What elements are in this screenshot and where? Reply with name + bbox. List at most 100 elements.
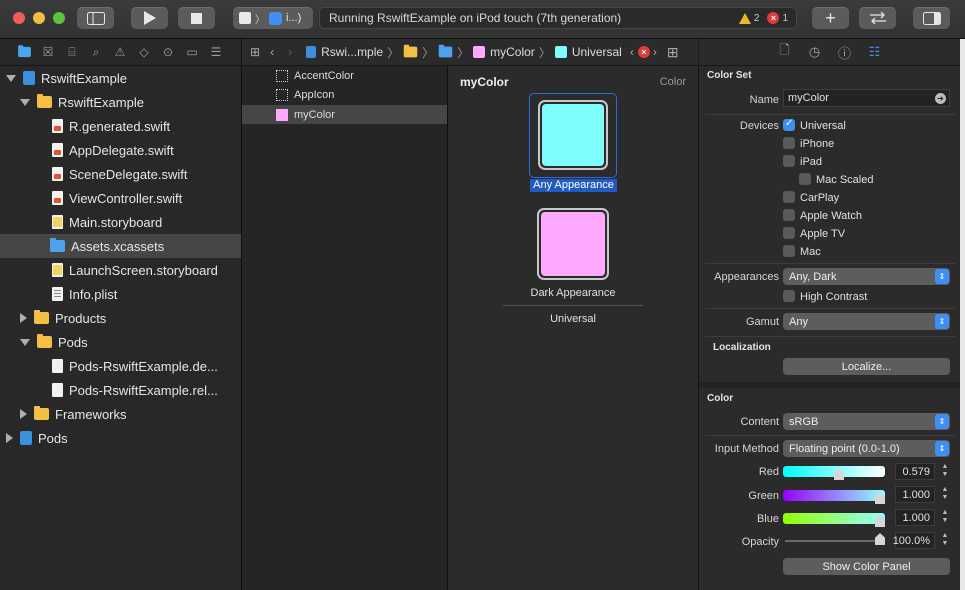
disclosure-icon[interactable] bbox=[20, 98, 30, 106]
toggle-inspector-button[interactable] bbox=[913, 7, 950, 29]
navigator-item[interactable]: Products bbox=[0, 306, 241, 330]
popup-chevron-icon: ⇕ bbox=[935, 269, 949, 284]
ipad-checkbox[interactable] bbox=[783, 155, 795, 167]
arrow-circle-icon[interactable]: ➔ bbox=[935, 92, 946, 104]
test-tab-icon[interactable]: ◇ bbox=[132, 42, 156, 62]
navigator-item-selected[interactable]: Assets.xcassets bbox=[0, 234, 241, 258]
find-tab-icon[interactable]: ⌕ bbox=[84, 42, 108, 62]
back-arrow-icon[interactable]: ‹ bbox=[270, 45, 274, 59]
error-icon[interactable]: × bbox=[767, 12, 780, 24]
stepper-icon[interactable]: ▲ ▼ bbox=[940, 509, 950, 525]
input-method-popup[interactable]: Floating point (0.0-1.0) ⇕ bbox=[783, 440, 950, 457]
asset-item[interactable]: AppIcon bbox=[242, 85, 447, 104]
folder-icon[interactable] bbox=[403, 44, 418, 58]
issue-tab-icon[interactable]: ⚠ bbox=[108, 42, 132, 62]
navigator-item[interactable]: Pods-RswiftExample.rel... bbox=[0, 378, 241, 402]
stepper-icon[interactable]: ▲ ▼ bbox=[940, 532, 950, 548]
add-library-button[interactable]: + bbox=[812, 7, 849, 29]
opacity-slider[interactable] bbox=[785, 540, 883, 542]
help-inspector-icon[interactable]: ⓘ bbox=[830, 42, 860, 62]
mac-checkbox[interactable] bbox=[783, 245, 795, 257]
apple-tv-checkbox[interactable] bbox=[783, 227, 795, 239]
breadcrumb-universal[interactable]: Universal bbox=[572, 45, 622, 59]
related-items-icon[interactable]: ⊞ bbox=[250, 45, 260, 59]
blue-value-field[interactable]: 1.000 bbox=[895, 509, 935, 526]
green-value-field[interactable]: 1.000 bbox=[895, 486, 935, 503]
navigator-item[interactable]: SceneDelegate.swift bbox=[0, 162, 241, 186]
dark-appearance-well[interactable] bbox=[537, 208, 609, 280]
high-contrast-checkbox[interactable] bbox=[783, 290, 795, 302]
swift-file-icon bbox=[52, 191, 63, 205]
navigator-item[interactable]: AppDelegate.swift bbox=[0, 138, 241, 162]
asset-item-selected[interactable]: myColor bbox=[242, 105, 447, 124]
run-button[interactable] bbox=[131, 7, 168, 29]
error-icon[interactable]: × bbox=[637, 46, 650, 58]
next-issue-icon[interactable]: › bbox=[653, 45, 657, 59]
navigator-item[interactable]: Pods-RswiftExample.de... bbox=[0, 354, 241, 378]
gamut-popup[interactable]: Any ⇕ bbox=[783, 313, 950, 330]
source-control-tab-icon[interactable]: ☒ bbox=[36, 42, 60, 62]
opacity-value-field[interactable]: 100.0% bbox=[893, 532, 935, 549]
mac-scaled-checkbox[interactable] bbox=[799, 173, 811, 185]
warning-count[interactable]: 2 bbox=[754, 13, 760, 24]
iphone-checkbox[interactable] bbox=[783, 137, 795, 149]
stepper-icon[interactable]: ▲ ▼ bbox=[940, 486, 950, 502]
red-value-field[interactable]: 0.579 bbox=[895, 463, 935, 480]
divider bbox=[705, 336, 956, 337]
disclosure-icon[interactable] bbox=[6, 74, 16, 82]
disclosure-icon[interactable] bbox=[20, 313, 27, 323]
breadcrumb-color-set[interactable]: myColor bbox=[490, 45, 535, 59]
navigator-item[interactable]: LaunchScreen.storyboard bbox=[0, 258, 241, 282]
scheme-selector[interactable]: 〉 i...) bbox=[233, 7, 313, 29]
attributes-inspector-icon[interactable]: ☷ bbox=[860, 42, 890, 62]
navigator-item[interactable]: Info.plist bbox=[0, 282, 241, 306]
toggle-navigator-button[interactable] bbox=[77, 7, 114, 29]
carplay-checkbox[interactable] bbox=[783, 191, 795, 203]
stepper-icon[interactable]: ▲ ▼ bbox=[940, 463, 950, 479]
content-popup[interactable]: sRGB ⇕ bbox=[783, 413, 950, 430]
close-window-button[interactable] bbox=[13, 12, 25, 24]
minimize-window-button[interactable] bbox=[33, 12, 45, 24]
navigator-item[interactable]: Pods bbox=[0, 426, 241, 450]
code-review-button[interactable] bbox=[859, 7, 896, 29]
navigator-item[interactable]: R.generated.swift bbox=[0, 114, 241, 138]
stop-button[interactable] bbox=[178, 7, 215, 29]
forward-arrow-icon[interactable]: › bbox=[288, 45, 292, 59]
navigator-item[interactable]: RswiftExample bbox=[0, 90, 241, 114]
show-color-panel-button[interactable]: Show Color Panel bbox=[783, 558, 950, 575]
add-editor-icon[interactable]: ⊞ bbox=[667, 44, 679, 61]
debug-tab-icon[interactable]: ⊙ bbox=[156, 42, 180, 62]
navigator-item[interactable]: ViewController.swift bbox=[0, 186, 241, 210]
file-inspector-icon[interactable]: 🗋 bbox=[770, 42, 800, 62]
error-count[interactable]: 1 bbox=[782, 13, 788, 24]
disclosure-icon[interactable] bbox=[20, 338, 30, 346]
symbol-tab-icon[interactable]: ⌸ bbox=[60, 42, 84, 62]
apple-watch-checkbox[interactable] bbox=[783, 209, 795, 221]
jump-bar: ⊞ ‹ › Rswi...mple 〉 〉 〉 myColor 〉 Univer… bbox=[242, 39, 698, 66]
opacity-slider-knob[interactable] bbox=[875, 533, 885, 545]
navigator-item[interactable]: RswiftExample bbox=[0, 66, 241, 90]
breakpoint-tab-icon[interactable]: ▭ bbox=[180, 42, 204, 62]
breadcrumb-project[interactable]: Rswi...mple bbox=[321, 45, 383, 59]
universal-checkbox[interactable] bbox=[783, 118, 795, 131]
asset-item[interactable]: AccentColor bbox=[242, 66, 447, 85]
disclosure-icon[interactable] bbox=[20, 409, 27, 419]
history-inspector-icon[interactable]: ◷ bbox=[800, 42, 830, 62]
previous-issue-icon[interactable]: ‹ bbox=[630, 45, 634, 59]
zoom-window-button[interactable] bbox=[53, 12, 65, 24]
green-slider[interactable] bbox=[783, 490, 885, 501]
disclosure-icon[interactable] bbox=[6, 433, 13, 443]
assets-folder-icon[interactable] bbox=[438, 44, 453, 58]
folder-tab-icon[interactable] bbox=[12, 42, 36, 62]
name-field[interactable]: myColor ➔ bbox=[783, 89, 950, 107]
warning-icon[interactable] bbox=[738, 12, 751, 24]
any-appearance-label[interactable]: Any Appearance bbox=[530, 179, 617, 192]
localize-button[interactable]: Localize... bbox=[783, 358, 950, 375]
appearances-popup[interactable]: Any, Dark ⇕ bbox=[783, 268, 950, 285]
report-tab-icon[interactable]: ☰ bbox=[204, 42, 228, 62]
blue-slider[interactable] bbox=[783, 513, 885, 524]
navigator-item[interactable]: Pods bbox=[0, 330, 241, 354]
navigator-item[interactable]: Frameworks bbox=[0, 402, 241, 426]
any-appearance-well[interactable] bbox=[529, 93, 617, 178]
navigator-item[interactable]: Main.storyboard bbox=[0, 210, 241, 234]
